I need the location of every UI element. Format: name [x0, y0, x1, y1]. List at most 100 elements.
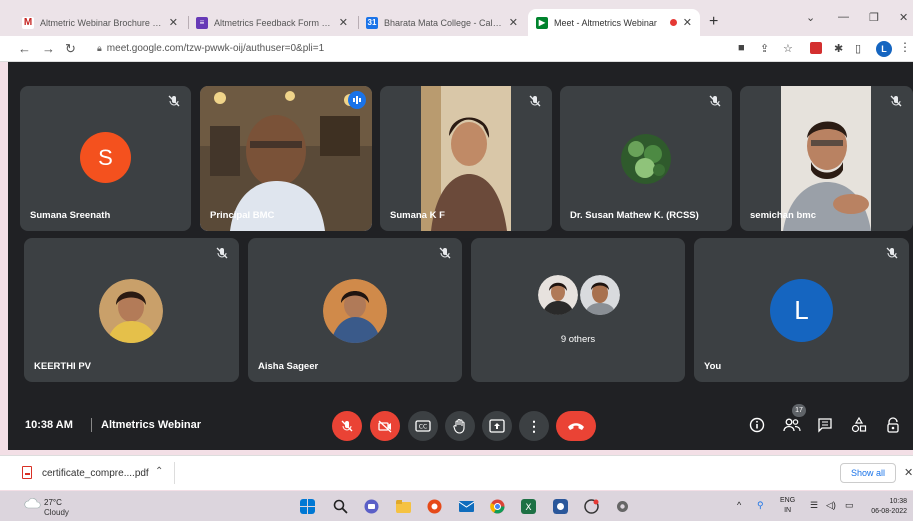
volume-icon[interactable]: ◁)	[826, 500, 836, 511]
windows-start-icon[interactable]	[300, 499, 315, 514]
forward-icon[interactable]: →	[42, 41, 55, 56]
cloud-icon[interactable]	[24, 496, 42, 510]
participant-tile[interactable]: Dr. Susan Mathew K. (RCSS)	[560, 86, 732, 231]
participant-tile[interactable]: KEERTHI PV	[24, 238, 239, 382]
weather-temp: 27°C	[44, 498, 62, 507]
participant-tile[interactable]: Sumana K F	[380, 86, 552, 231]
participants-button[interactable]	[783, 416, 801, 434]
wifi-icon[interactable]: ☰	[810, 500, 818, 511]
teams-icon[interactable]	[553, 499, 568, 514]
close-window-icon[interactable]: ✕	[899, 11, 908, 24]
info-icon	[749, 417, 765, 433]
leave-call-button[interactable]	[556, 411, 596, 441]
participant-tile[interactable]: S Sumana Sreenath	[20, 86, 191, 231]
close-icon[interactable]: ✕	[509, 16, 518, 29]
chat-button[interactable]	[816, 416, 834, 434]
language-indicator[interactable]: ENG IN	[780, 496, 795, 516]
close-icon[interactable]: ✕	[339, 16, 348, 29]
tab-brochure[interactable]: M Altmetric Webinar Brochure - Ilr ✕	[14, 9, 186, 36]
avatar	[99, 279, 163, 343]
mic-off-icon	[216, 247, 228, 259]
meeting-details-button[interactable]	[748, 416, 766, 434]
lock-icon: 🔒︎	[97, 43, 102, 53]
excel-icon[interactable]: X	[521, 499, 536, 514]
pdf-file-icon	[22, 466, 32, 479]
more-options-button[interactable]: ⋮	[519, 411, 549, 441]
mail-icon[interactable]	[459, 499, 474, 514]
minimize-icon[interactable]: —	[838, 11, 849, 23]
office-icon[interactable]	[427, 499, 442, 514]
search-icon[interactable]	[333, 499, 348, 514]
avatar	[580, 275, 620, 315]
calendar-icon: 31	[366, 16, 378, 29]
url-field[interactable]: 🔒︎ meet.google.com/tzw-pwwk-oij/authuser=…	[97, 43, 324, 54]
system-clock[interactable]: 10:38 06-08-2022	[862, 497, 907, 517]
show-all-button[interactable]: Show all	[840, 463, 896, 483]
mic-off-icon	[341, 420, 353, 432]
puzzle-icon[interactable]: ✱	[834, 42, 843, 55]
captions-button[interactable]: CC	[408, 411, 438, 441]
avatar	[621, 134, 671, 184]
others-count: 9 others	[560, 334, 596, 345]
mic-off-icon	[168, 95, 180, 107]
bluetooth-icon[interactable]: ⚲	[757, 500, 764, 511]
close-icon[interactable]: ✕	[904, 466, 913, 479]
toggle-camera-button[interactable]	[370, 411, 400, 441]
camera-off-icon	[378, 420, 392, 433]
activities-button[interactable]	[850, 416, 868, 434]
chevron-up-icon[interactable]: ⌃	[155, 466, 163, 477]
participant-tile-self[interactable]: L You	[694, 238, 909, 382]
captions-icon: CC	[415, 420, 431, 432]
gmail-icon: M	[22, 16, 34, 29]
back-icon[interactable]: ←	[18, 41, 31, 56]
participant-tile[interactable]: semichan bmc	[740, 86, 913, 231]
sidepanel-icon[interactable]: ▯	[855, 42, 861, 55]
raise-hand-button[interactable]	[445, 411, 475, 441]
shapes-icon	[851, 417, 867, 433]
menu-kebab-icon[interactable]: ⋮	[899, 40, 911, 54]
settings-gear-icon[interactable]	[615, 499, 630, 514]
tab-meet[interactable]: ▶ Meet - Altmetrics Webinar ✕	[528, 9, 700, 36]
present-screen-button[interactable]	[482, 411, 512, 441]
people-icon	[783, 418, 801, 432]
lock-person-icon	[887, 417, 899, 433]
camera-icon[interactable]: ■	[738, 42, 745, 54]
present-icon	[489, 419, 505, 433]
meeting-time: 10:38 AM	[25, 419, 73, 431]
participant-tile[interactable]: Aisha Sageer	[248, 238, 462, 382]
address-bar: ← → ↻ 🔒︎ meet.google.com/tzw-pwwk-oij/aut…	[0, 36, 913, 62]
chevron-down-icon[interactable]: ⌄	[806, 11, 815, 24]
profile-avatar[interactable]: L	[876, 41, 892, 57]
participant-count-badge: 17	[792, 404, 806, 417]
kebab-icon: ⋮	[527, 417, 541, 434]
end-call-icon	[568, 423, 584, 430]
download-bar: certificate_compre....pdf ⌃ Show all ✕	[0, 455, 913, 490]
bookmark-star-icon[interactable]: ☆	[783, 42, 793, 55]
tab-calendar[interactable]: 31 Bharata Mata College - Calend ✕	[358, 9, 526, 36]
mic-off-icon	[709, 95, 721, 107]
close-icon[interactable]: ✕	[683, 16, 692, 29]
share-icon[interactable]: ⇪	[760, 42, 769, 55]
new-tab-button[interactable]: +	[709, 13, 718, 31]
close-icon[interactable]: ✕	[169, 16, 178, 29]
meeting-title: Altmetrics Webinar	[101, 419, 202, 431]
host-controls-button[interactable]	[884, 416, 902, 434]
chevron-up-icon[interactable]: ^	[737, 500, 741, 510]
battery-icon[interactable]: ▭	[845, 500, 854, 511]
reload-icon[interactable]: ↻	[65, 41, 76, 57]
avatar: L	[770, 279, 833, 342]
app-icon[interactable]	[584, 499, 599, 514]
others-tile[interactable]: 9 others	[471, 238, 685, 382]
chat-app-icon[interactable]	[364, 499, 379, 514]
restore-icon[interactable]: ❐	[869, 11, 879, 24]
chat-icon	[818, 418, 832, 433]
speaking-indicator-icon	[348, 91, 366, 109]
chrome-icon[interactable]	[490, 499, 505, 514]
extension-icon[interactable]	[810, 42, 822, 54]
participant-tile-speaking[interactable]: Principal BMC	[200, 86, 372, 231]
toggle-mic-button[interactable]	[332, 411, 362, 441]
tab-feedback-form[interactable]: ≡ Altmetrics Feedback Form - Goo ✕	[188, 9, 356, 36]
mic-off-icon	[529, 95, 541, 107]
file-explorer-icon[interactable]	[396, 499, 411, 514]
meet-control-bar: 10:38 AM Altmetrics Webinar CC ⋮ 17	[8, 404, 913, 450]
